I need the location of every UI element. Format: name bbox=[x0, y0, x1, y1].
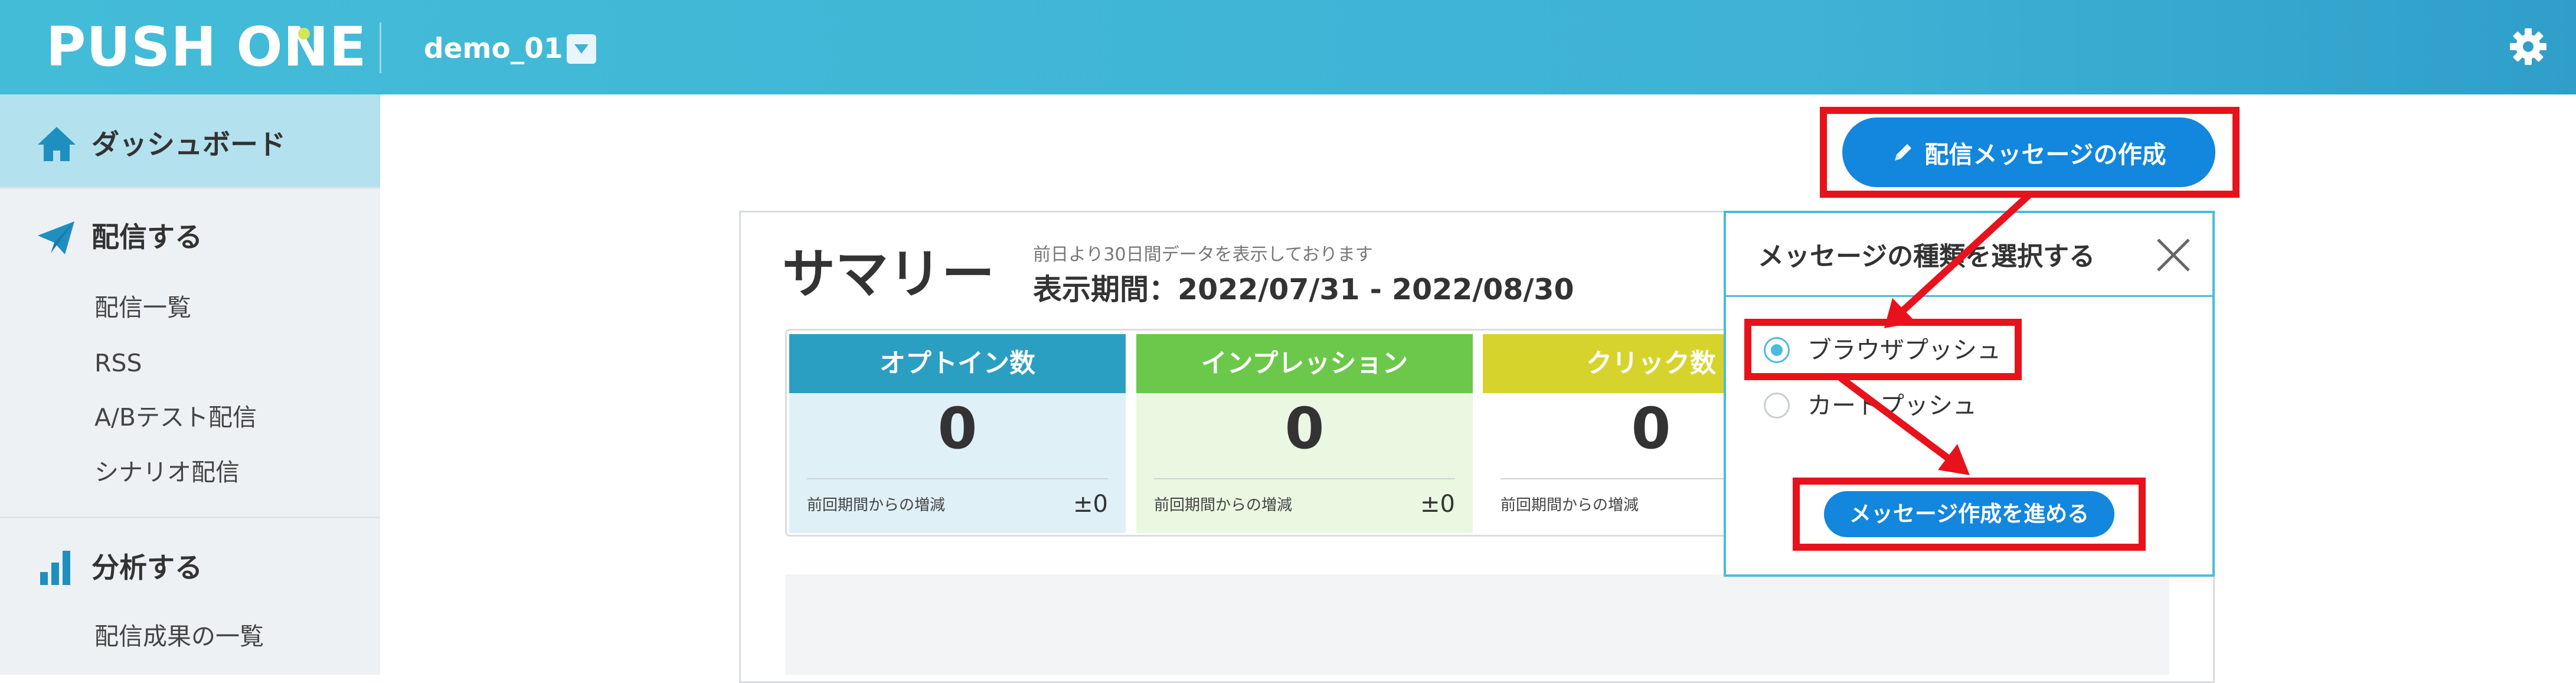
push-one-logo[interactable]: PUSH ONE bbox=[46, 18, 367, 77]
sidebar-divider bbox=[0, 517, 380, 518]
sidebar-item-scenario[interactable]: シナリオ配信 bbox=[94, 455, 240, 490]
card-optin: オプトイン数 0 前回期間からの増減 ±0 bbox=[789, 334, 1126, 533]
card-optin-title: オプトイン数 bbox=[789, 334, 1126, 393]
card-impression-value: 0 bbox=[1284, 396, 1325, 462]
radio-cart-push[interactable] bbox=[1764, 393, 1790, 419]
sidebar-item-results-list[interactable]: 配信成果の一覧 bbox=[94, 619, 264, 654]
card-click-caption: 前回期間からの増減 bbox=[1501, 496, 1639, 514]
card-optin-value: 0 bbox=[937, 396, 978, 462]
bar-chart-icon bbox=[40, 551, 70, 585]
popup-divider bbox=[1726, 295, 2212, 297]
card-impression: インプレッション 0 前回期間からの増減 ±0 bbox=[1136, 334, 1473, 533]
gear-icon[interactable] bbox=[2508, 26, 2549, 67]
annotation-box-create bbox=[1820, 107, 2240, 198]
annotation-box-proceed bbox=[1793, 478, 2146, 551]
content-placeholder bbox=[785, 574, 2169, 675]
summary-period: 表示期間：2022/07/31 - 2022/08/30 bbox=[1033, 273, 1574, 306]
account-dropdown-button[interactable] bbox=[567, 34, 596, 64]
sidebar-item-ab-test[interactable]: A/Bテスト配信 bbox=[94, 400, 257, 435]
summary-note: 前日より30日間データを表示しております bbox=[1033, 244, 1373, 265]
card-optin-delta: ±0 bbox=[1073, 491, 1108, 518]
popup-title: メッセージの種類を選択する bbox=[1758, 241, 2096, 272]
card-impression-title: インプレッション bbox=[1136, 334, 1473, 393]
annotation-box-browser-push bbox=[1744, 319, 2022, 380]
summary-title: サマリー bbox=[782, 243, 995, 305]
card-optin-caption: 前回期間からの増減 bbox=[807, 496, 946, 514]
sidebar-item-rss[interactable]: RSS bbox=[94, 345, 142, 381]
card-divider bbox=[1154, 478, 1455, 479]
sidebar-item-analyze[interactable]: 分析する bbox=[91, 548, 202, 589]
sidebar-item-delivery-list[interactable]: 配信一覧 bbox=[94, 290, 191, 325]
home-icon bbox=[38, 127, 76, 161]
sidebar-divider bbox=[0, 187, 380, 189]
card-divider bbox=[807, 478, 1108, 479]
sidebar-item-deliver[interactable]: 配信する bbox=[91, 217, 202, 259]
top-header-bar bbox=[0, 0, 2576, 94]
header-divider bbox=[380, 22, 381, 73]
account-name[interactable]: demo_01 bbox=[424, 28, 563, 70]
caret-down-icon bbox=[574, 44, 589, 54]
card-impression-caption: 前回期間からの増減 bbox=[1154, 496, 1293, 514]
card-impression-delta: ±0 bbox=[1420, 491, 1455, 518]
close-icon[interactable] bbox=[2155, 236, 2192, 274]
option-cart-push-label[interactable]: カートプッシュ bbox=[1807, 388, 1977, 423]
paper-plane-icon bbox=[38, 221, 74, 254]
logo-accent-dot bbox=[298, 28, 310, 40]
sidebar-item-dashboard-label[interactable]: ダッシュボード bbox=[91, 125, 286, 166]
